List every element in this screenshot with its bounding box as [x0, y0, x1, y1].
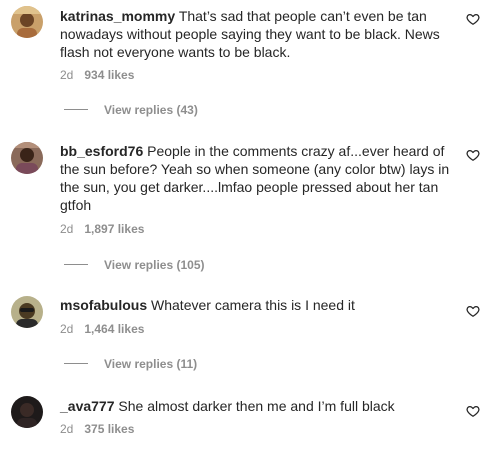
comment-username[interactable]: _ava777 [60, 398, 115, 414]
divider-line [64, 363, 88, 365]
comment-text: She almost darker then me and I’m full b… [118, 398, 395, 414]
heart-icon[interactable] [466, 304, 480, 318]
view-replies-button[interactable]: View replies (11) [64, 356, 197, 372]
view-replies-button[interactable]: View replies (105) [64, 257, 205, 273]
comment-username[interactable]: msofabulous [60, 297, 147, 313]
comment-time[interactable]: 2d [60, 68, 73, 82]
comment-username[interactable]: bb_esford76 [60, 143, 143, 159]
comment-username[interactable]: katrinas_mommy [60, 8, 175, 24]
comment-meta: 2d 1,897 likes [60, 221, 144, 237]
heart-icon[interactable] [466, 404, 480, 418]
comment-meta: 2d 375 likes [60, 421, 134, 437]
comment-likes[interactable]: 934 likes [84, 68, 134, 82]
avatar-photo-icon [11, 142, 43, 174]
heart-icon[interactable] [466, 12, 480, 26]
comment-text: Whatever camera this is I need it [151, 297, 355, 313]
comment-time[interactable]: 2d [60, 322, 73, 336]
comment-likes[interactable]: 1,897 likes [84, 222, 144, 236]
divider-line [64, 264, 88, 266]
comment-meta: 2d 934 likes [60, 67, 134, 83]
view-replies-label: View replies (105) [104, 258, 205, 272]
comment-body: katrinas_mommy That’s sad that people ca… [60, 7, 460, 61]
view-replies-label: View replies (11) [104, 357, 198, 371]
view-replies-button[interactable]: View replies (43) [64, 102, 198, 118]
comment-time[interactable]: 2d [60, 222, 73, 236]
heart-icon[interactable] [466, 148, 480, 162]
avatar-photo-icon [11, 296, 43, 328]
avatar[interactable] [11, 396, 43, 428]
comment-body: bb_esford76 People in the comments crazy… [60, 142, 460, 214]
avatar[interactable] [11, 142, 43, 174]
comment-body: msofabulous Whatever camera this is I ne… [60, 296, 460, 314]
avatar-photo-icon [11, 396, 43, 428]
comment-likes[interactable]: 1,464 likes [84, 322, 144, 336]
comment-likes[interactable]: 375 likes [84, 422, 134, 436]
avatar[interactable] [11, 6, 43, 38]
comment-meta: 2d 1,464 likes [60, 321, 144, 337]
view-replies-label: View replies (43) [104, 103, 198, 117]
divider-line [64, 109, 88, 111]
comment-body: _ava777 She almost darker then me and I’… [60, 397, 460, 415]
avatar[interactable] [11, 296, 43, 328]
comment-time[interactable]: 2d [60, 422, 73, 436]
avatar-photo-icon [11, 6, 43, 38]
